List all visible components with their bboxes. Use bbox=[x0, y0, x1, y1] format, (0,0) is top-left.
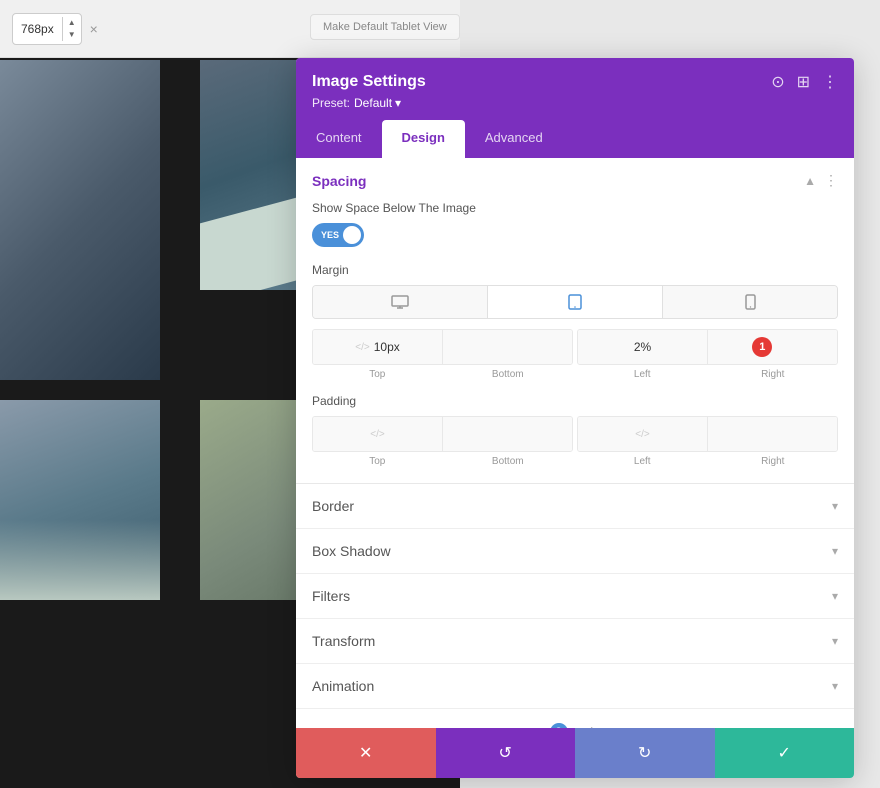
margin-label: Margin bbox=[312, 263, 838, 277]
bg-image-bridge-vertical bbox=[0, 60, 160, 380]
padding-bottom-label: Bottom bbox=[443, 456, 574, 467]
margin-left-input[interactable]: 2% bbox=[578, 330, 708, 364]
undo-button[interactable]: ↺ bbox=[436, 728, 576, 778]
preset-value: Default bbox=[354, 96, 392, 110]
spacing-menu-icon[interactable]: ⋮ bbox=[824, 172, 838, 189]
device-tab-desktop[interactable] bbox=[313, 286, 488, 318]
padding-sublabels-row: Top Bottom Left Right bbox=[312, 456, 838, 467]
redo-button[interactable]: ↻ bbox=[575, 728, 715, 778]
margin-top-icon: </> bbox=[355, 342, 369, 353]
modal-tabs: Content Design Advanced bbox=[296, 120, 854, 158]
padding-top-label: Top bbox=[312, 456, 443, 467]
stepper-arrows[interactable]: ▲ ▼ bbox=[62, 17, 81, 41]
help-row: ? Help bbox=[296, 709, 854, 728]
save-button[interactable]: ✓ bbox=[715, 728, 855, 778]
margin-left-label: Left bbox=[577, 369, 708, 380]
margin-sublabels-row: Top Bottom Left Right bbox=[312, 369, 838, 380]
modal-header: Image Settings ⊙ ⊞ ⋮ Preset: Default ▾ bbox=[296, 58, 854, 120]
spacing-chevron-up[interactable]: ▲ bbox=[804, 174, 816, 188]
padding-label: Padding bbox=[312, 394, 838, 408]
more-options-icon[interactable]: ⋮ bbox=[822, 72, 838, 92]
modal-footer: ✕ ↺ ↻ ✓ bbox=[296, 728, 854, 778]
margin-left-value: 2% bbox=[634, 340, 651, 354]
grid-icon[interactable]: ⊞ bbox=[797, 72, 810, 92]
tab-content[interactable]: Content bbox=[296, 120, 382, 158]
margin-bottom-label: Bottom bbox=[443, 369, 574, 380]
modal-title: Image Settings bbox=[312, 73, 426, 91]
width-value: 768px bbox=[13, 22, 62, 36]
circle-icon[interactable]: ⊙ bbox=[771, 72, 784, 92]
padding-left-right-pair: </> bbox=[577, 416, 838, 452]
transform-chevron: ▾ bbox=[832, 634, 838, 648]
margin-badge: 1 bbox=[752, 337, 772, 357]
margin-right-label: Right bbox=[708, 369, 839, 380]
padding-left-icon: </> bbox=[635, 429, 649, 440]
filters-title: Filters bbox=[312, 588, 350, 604]
show-space-toggle[interactable]: YES bbox=[312, 223, 364, 247]
mobile-icon bbox=[745, 294, 756, 310]
box-shadow-title: Box Shadow bbox=[312, 543, 391, 559]
spacing-section-title: Spacing bbox=[312, 173, 366, 189]
margin-device-tabs bbox=[312, 285, 838, 319]
padding-left-input[interactable]: </> bbox=[578, 417, 708, 451]
preset-chevron: ▾ bbox=[395, 96, 401, 110]
border-title: Border bbox=[312, 498, 354, 514]
device-tab-tablet[interactable] bbox=[488, 286, 663, 318]
filters-section[interactable]: Filters ▾ bbox=[296, 574, 854, 619]
transform-section[interactable]: Transform ▾ bbox=[296, 619, 854, 664]
toggle-row: YES bbox=[312, 223, 838, 247]
tab-design[interactable]: Design bbox=[382, 120, 465, 158]
stepper-down[interactable]: ▼ bbox=[63, 29, 81, 41]
modal-title-row: Image Settings ⊙ ⊞ ⋮ bbox=[312, 72, 838, 92]
tab-advanced[interactable]: Advanced bbox=[465, 120, 563, 158]
desktop-icon bbox=[391, 295, 409, 309]
preset-dropdown[interactable]: Default ▾ bbox=[354, 96, 401, 110]
cancel-button[interactable]: ✕ bbox=[296, 728, 436, 778]
toggle-knob bbox=[343, 226, 361, 244]
box-shadow-section[interactable]: Box Shadow ▾ bbox=[296, 529, 854, 574]
preset-label: Preset: bbox=[312, 96, 350, 110]
margin-bottom-input[interactable] bbox=[443, 330, 572, 364]
box-shadow-chevron: ▾ bbox=[832, 544, 838, 558]
border-chevron: ▾ bbox=[832, 499, 838, 513]
width-stepper[interactable]: 768px ▲ ▼ bbox=[12, 13, 82, 45]
margin-inputs-row: </> 10px 2% bbox=[312, 329, 838, 365]
margin-top-value: 10px bbox=[374, 340, 400, 354]
preset-row: Preset: Default ▾ bbox=[312, 96, 838, 110]
default-tablet-button[interactable]: Make Default Tablet View bbox=[310, 14, 460, 40]
margin-left-right-pair: 2% 1 bbox=[577, 329, 838, 365]
padding-top-bottom-pair: </> bbox=[312, 416, 573, 452]
padding-right-label: Right bbox=[708, 456, 839, 467]
padding-top-icon: </> bbox=[370, 429, 384, 440]
margin-top-bottom-pair: </> 10px bbox=[312, 329, 573, 365]
stepper-up[interactable]: ▲ bbox=[63, 17, 81, 29]
margin-right-input[interactable] bbox=[708, 330, 837, 364]
animation-chevron: ▾ bbox=[832, 679, 838, 693]
padding-top-input[interactable]: </> bbox=[313, 417, 443, 451]
toggle-yes-label: YES bbox=[316, 230, 339, 240]
padding-right-input[interactable] bbox=[708, 417, 837, 451]
animation-title: Animation bbox=[312, 678, 374, 694]
margin-top-label: Top bbox=[312, 369, 443, 380]
spacing-section-header[interactable]: Spacing ▲ ⋮ bbox=[296, 158, 854, 189]
modal-header-icons: ⊙ ⊞ ⋮ bbox=[771, 72, 838, 92]
margin-top-input[interactable]: </> 10px bbox=[313, 330, 443, 364]
show-space-label: Show Space Below The Image bbox=[312, 201, 838, 215]
tablet-icon bbox=[568, 294, 582, 310]
padding-inputs-row: </> </> bbox=[312, 416, 838, 452]
transform-title: Transform bbox=[312, 633, 375, 649]
modal-panel: Image Settings ⊙ ⊞ ⋮ Preset: Default ▾ C… bbox=[296, 58, 854, 778]
filters-chevron: ▾ bbox=[832, 589, 838, 603]
spacing-section: Spacing ▲ ⋮ Show Space Below The Image Y… bbox=[296, 158, 854, 484]
bg-image-bridge-water bbox=[0, 400, 160, 600]
border-section[interactable]: Border ▾ bbox=[296, 484, 854, 529]
padding-bottom-input[interactable] bbox=[443, 417, 572, 451]
device-tab-mobile[interactable] bbox=[663, 286, 837, 318]
spacing-section-content: Show Space Below The Image YES Margin bbox=[296, 189, 854, 483]
animation-section[interactable]: Animation ▾ bbox=[296, 664, 854, 709]
padding-left-label: Left bbox=[577, 456, 708, 467]
spacing-section-controls: ▲ ⋮ bbox=[804, 172, 838, 189]
toolbar-close-button[interactable]: × bbox=[90, 21, 98, 37]
modal-body: Spacing ▲ ⋮ Show Space Below The Image Y… bbox=[296, 158, 854, 728]
